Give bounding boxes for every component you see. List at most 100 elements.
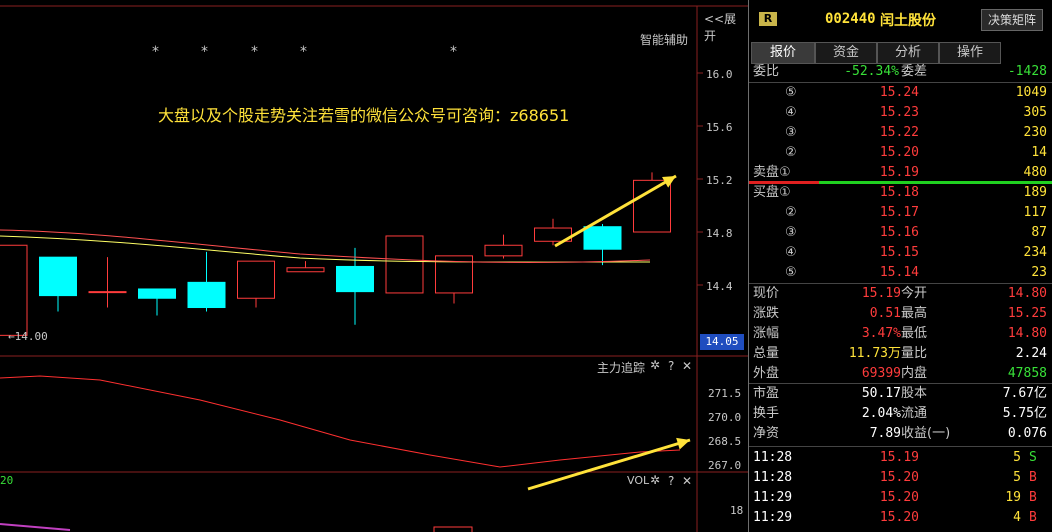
candle-body (39, 256, 77, 297)
price-tick: 16.0 (706, 68, 733, 81)
tick-row[interactable]: 11:29 15.20 4 B (749, 508, 1052, 528)
signal-star: * (201, 44, 208, 60)
tick-row[interactable]: 11:28 15.19 5 S (749, 448, 1052, 468)
tick-volume: 5 (1013, 450, 1021, 465)
stat-label: 股本 (901, 386, 928, 401)
tick-time: 11:29 (753, 490, 793, 505)
sub1-tick: 268.5 (708, 435, 742, 448)
smart-assist-label[interactable]: 智能辅助 (640, 31, 688, 48)
bid-row: ④ 15.15 234 (749, 243, 1052, 263)
tick-volume: 4 (1013, 510, 1021, 525)
price-tick: 15.2 (706, 174, 733, 187)
stock-name: 闰土股份 (880, 13, 936, 29)
stat-label: 收益(一) (901, 426, 951, 441)
stat-label: 净资 (753, 426, 780, 441)
tick-volume: 19 (1005, 490, 1021, 505)
sub1-tick: 267.0 (708, 459, 742, 472)
ask-volume: 1049 (1015, 85, 1047, 100)
bid-price: 15.17 (879, 205, 919, 220)
tick-price: 15.20 (879, 510, 919, 525)
help-icon[interactable]: ? (668, 474, 674, 488)
ask-level-label: 卖盘① (753, 165, 791, 180)
candle-body (336, 265, 374, 293)
candle-body (385, 235, 424, 294)
ask-volume: 305 (1023, 105, 1047, 120)
bid-volume: 234 (1023, 245, 1047, 260)
gear-icon[interactable]: ✲ (650, 473, 660, 487)
ask-level-label: ④ (785, 105, 797, 120)
ask-row: ④ 15.23 305 (749, 103, 1052, 123)
stat-label: 换手 (753, 406, 780, 421)
bid-price: 15.18 (879, 185, 919, 200)
candle-body (0, 244, 28, 336)
tab-funds[interactable]: 资金 (815, 42, 877, 64)
sub2-tick: 18 (730, 504, 744, 517)
ask-price: 15.19 (879, 165, 919, 180)
expand-button[interactable]: <<展开 (704, 10, 748, 44)
weicha-label: 委差 (901, 64, 928, 79)
low-price-marker: ←14.00 (8, 330, 48, 343)
candle-body (187, 281, 226, 309)
stat-value: 15.25 (1007, 306, 1047, 321)
bid-price: 15.16 (879, 225, 919, 240)
tick-row[interactable]: 11:28 15.20 5 B (749, 468, 1052, 488)
stat-label: 最低 (901, 326, 928, 341)
kline-canvas[interactable] (0, 0, 748, 532)
bid-volume: 189 (1023, 185, 1047, 200)
kline-chart[interactable]: 智能辅助 <<展开 大盘以及个股走势关注若雪的微信公众号可咨询：z68651 *… (0, 0, 748, 532)
stat-value: 14.80 (1007, 326, 1047, 341)
tab-analysis[interactable]: 分析 (877, 42, 939, 64)
stat-row: 换手 2.04% 流通 5.75亿 (749, 404, 1052, 424)
stat-row: 总量 11.73万 量比 2.24 (749, 344, 1052, 364)
price-tick: 14.4 (706, 280, 733, 293)
stat-value: 3.47% (861, 326, 901, 341)
tab-operate[interactable]: 操作 (939, 42, 1001, 64)
ask-level-label: ② (785, 145, 797, 160)
candle-body (484, 244, 523, 257)
bid-level-label: ② (785, 205, 797, 220)
candle-body (237, 260, 275, 299)
bid-level-label: ④ (785, 245, 797, 260)
margin-badge: R (759, 12, 777, 26)
stat-row: 市盈 50.17 股本 7.67亿 (749, 384, 1052, 404)
stat-row: 外盘 69399 内盘 47858 (749, 364, 1052, 384)
tick-price: 15.19 (879, 450, 919, 465)
sub1-title[interactable]: 主力追踪 (597, 359, 645, 376)
stat-value: 47858 (1007, 366, 1047, 381)
signal-star: * (450, 44, 457, 60)
ask-price: 15.24 (879, 85, 919, 100)
quote-panel: R 002440 闰土股份 决策矩阵 报价 资金 分析 操作 委比 -52.34… (748, 0, 1052, 532)
stat-value: 2.04% (861, 406, 901, 421)
gear-icon[interactable]: ✲ (650, 358, 660, 372)
bid-price: 15.14 (879, 265, 919, 280)
current-price-tag: 14.05 (700, 334, 744, 350)
weibi-row: 委比 -52.34% 委差 -1428 (749, 62, 1052, 82)
bid-level-label: ③ (785, 225, 797, 240)
decision-matrix-button[interactable]: 决策矩阵 (981, 9, 1043, 31)
stat-value: 7.67亿 (1002, 386, 1047, 401)
weibi-value: -52.34% (844, 64, 899, 79)
signal-star: * (300, 44, 307, 60)
sub1-tick: 271.5 (708, 387, 742, 400)
tick-side: S (1029, 450, 1037, 465)
bid-volume: 117 (1023, 205, 1047, 220)
bid-row: ⑤ 15.14 23 (749, 263, 1052, 283)
help-icon[interactable]: ? (668, 359, 674, 373)
ask-row: ③ 15.22 230 (749, 123, 1052, 143)
stat-label: 涨跌 (753, 306, 780, 321)
bid-price: 15.15 (879, 245, 919, 260)
close-icon[interactable]: ✕ (682, 359, 692, 373)
stat-value: 0.076 (1007, 426, 1047, 441)
stat-label: 量比 (901, 346, 928, 361)
tab-quote[interactable]: 报价 (751, 42, 815, 64)
stat-value: 15.19 (861, 286, 901, 301)
ask-price: 15.20 (879, 145, 919, 160)
sub2-title[interactable]: VOL (627, 474, 649, 487)
tick-side: B (1029, 470, 1037, 485)
close-icon[interactable]: ✕ (682, 474, 692, 488)
tick-time: 11:29 (753, 510, 793, 525)
candle-body (583, 226, 622, 250)
stat-label: 最高 (901, 306, 928, 321)
stat-value: 50.17 (861, 386, 901, 401)
tick-row[interactable]: 11:29 15.20 19 B (749, 488, 1052, 508)
